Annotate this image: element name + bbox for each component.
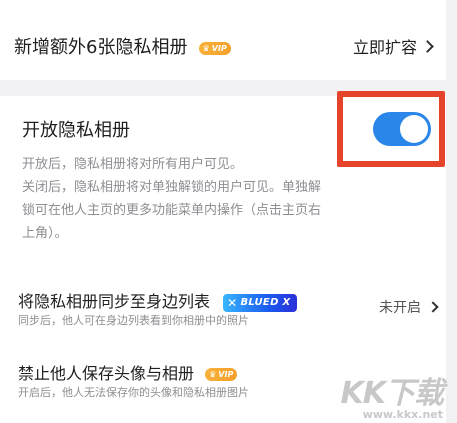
block-save-title-line: 禁止他人保存头像与相册 ♛ VIP	[18, 360, 348, 384]
watermark-logo: KK下载	[340, 375, 444, 411]
expand-albums-card[interactable]: 新增额外6张隐私相册 ♛ VIP 立即扩容	[0, 0, 446, 80]
vip-badge-text: VIP	[211, 44, 227, 53]
chevron-right-icon	[421, 39, 434, 53]
sync-to-nearby-subtitle: 同步后，他人可在身边列表看到你相册中的照片	[18, 314, 249, 327]
open-private-album-description: 开放后，隐私相册将对所有用户可见。 关闭后，隐私相册将对单独解锁的用户可见。单独…	[22, 153, 382, 245]
crown-icon: ♛	[202, 43, 210, 53]
sync-to-nearby-title: 将隐私相册同步至身边列表	[18, 292, 211, 311]
block-save-subtitle: 开启后，他人无法保存你的头像和隐私相册图片	[18, 386, 249, 399]
open-private-album-title: 开放隐私相册	[22, 120, 130, 141]
expand-albums-title: 新增额外6张隐私相册	[14, 37, 188, 58]
description-line: 锁可在他人主页的更多功能菜单内操作（点击主页右	[22, 203, 322, 218]
description-line: 开放后，隐私相册将对所有用户可见。	[22, 157, 244, 172]
block-save-title: 禁止他人保存头像与相册	[18, 364, 195, 383]
chevron-right-icon	[427, 301, 439, 313]
vip-badge-text: VIP	[218, 370, 234, 379]
highlight-box	[337, 91, 445, 167]
blued-x-logo-icon: ✕	[227, 295, 238, 310]
watermark: KK下载 www.kkx.net	[340, 375, 444, 421]
open-private-album-toggle[interactable]	[373, 112, 431, 146]
crown-icon: ♛	[209, 369, 217, 379]
blued-x-badge: ✕ BLUED X	[223, 293, 298, 312]
sync-status-button[interactable]: 未开启	[379, 297, 439, 317]
expand-now-label: 立即扩容	[352, 38, 417, 57]
description-line: 上角）。	[22, 226, 68, 241]
expand-albums-row: 新增额外6张隐私相册 ♛ VIP	[14, 33, 231, 59]
sync-status-label: 未开启	[379, 300, 421, 316]
sync-to-nearby-title-line: 将隐私相册同步至身边列表 ✕ BLUED X	[18, 288, 338, 312]
expand-now-button[interactable]: 立即扩容	[352, 34, 434, 58]
vip-badge: ♛ VIP	[205, 368, 238, 381]
block-save-row: 禁止他人保存头像与相册 ♛ VIP 开启后，他人无法保存你的头像和隐私相册图片	[18, 360, 348, 402]
vip-badge: ♛ VIP	[198, 42, 231, 55]
blued-x-badge-text: BLUED X	[240, 297, 291, 308]
description-line: 关闭后，隐私相册将对单独解锁的用户可见。单独解	[22, 180, 322, 195]
toggle-knob	[400, 115, 428, 143]
sync-to-nearby-row[interactable]: 将隐私相册同步至身边列表 ✕ BLUED X 同步后，他人可在身边列表看到你相册中…	[18, 288, 338, 330]
